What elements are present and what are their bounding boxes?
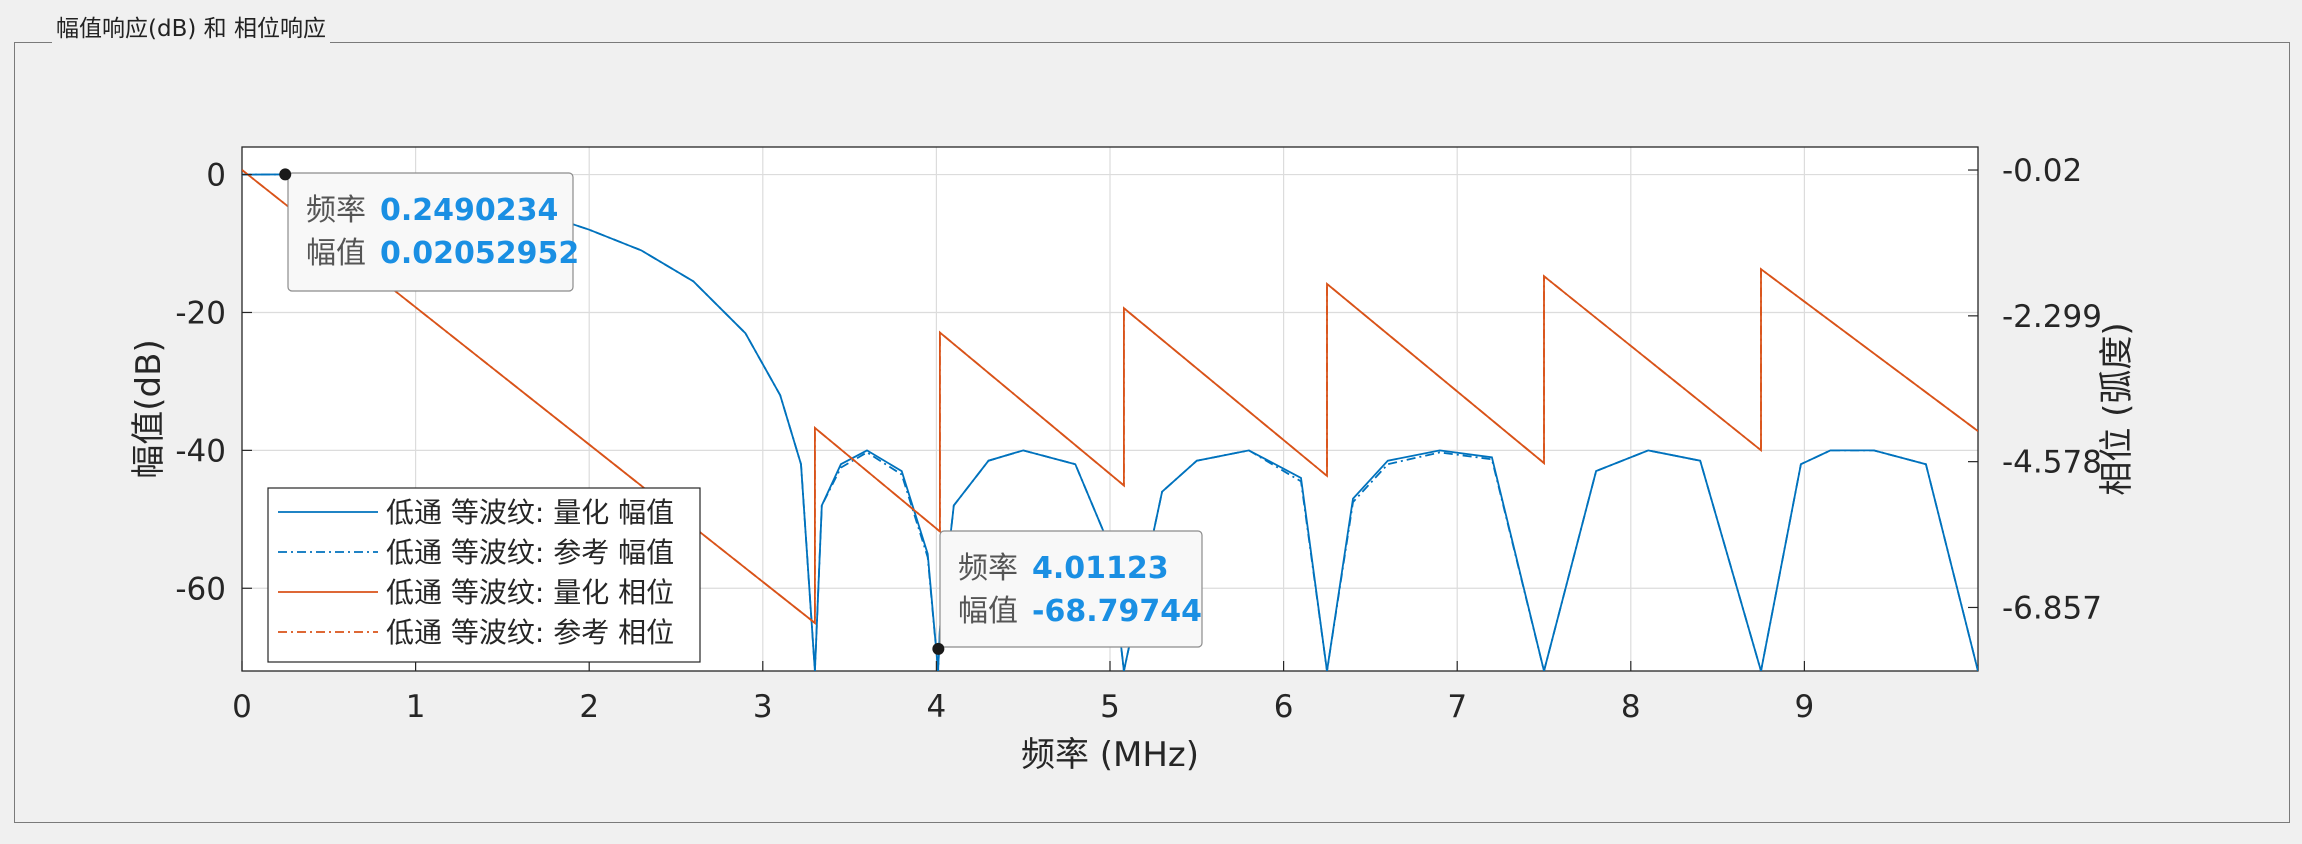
x-tick-label: 2 — [579, 689, 599, 725]
datatip-1-box — [287, 172, 574, 292]
x-tick-label: 1 — [406, 689, 426, 725]
datatip-2-marker — [932, 642, 945, 655]
datatip-1-label-x: 频率 — [306, 193, 366, 228]
y2-tick-label: -4.578 — [2002, 445, 2102, 481]
datatip-1-value-x: 0.2490234 — [380, 193, 558, 228]
y2-tick-label: -2.299 — [2002, 299, 2102, 335]
legend-label-2: 低通 等波纹: 参考 幅值 — [386, 536, 674, 569]
y2-axis-label: 相位 (弧度) — [2097, 322, 2137, 495]
x-tick-label: 3 — [753, 689, 773, 725]
x-tick-label: 0 — [232, 689, 252, 725]
legend-label-1: 低通 等波纹: 量化 幅值 — [386, 496, 674, 529]
y-axis-label: 幅值(dB) — [129, 339, 169, 478]
legend[interactable]: 低通 等波纹: 量化 幅值低通 等波纹: 参考 幅值低通 等波纹: 量化 相位低… — [267, 487, 701, 663]
y-tick-label: -60 — [175, 571, 226, 607]
datatip-2-value-y: -68.79744 — [1032, 594, 1202, 629]
x-tick-label: 7 — [1447, 689, 1467, 725]
response-chart[interactable]: 0 1 2 3 4 5 6 7 8 9 0 -20 -40 -60 -0.02 -2.299 -4.578 -6.… — [0, 0, 2302, 844]
x-tick-label: 8 — [1621, 689, 1641, 725]
datatip-2-label-y: 幅值 — [958, 594, 1018, 629]
legend-label-3: 低通 等波纹: 量化 相位 — [386, 576, 674, 609]
datatip-1-value-y: 0.02052952 — [380, 236, 579, 271]
y2-tick-label: -0.02 — [2002, 153, 2082, 189]
x-tick-label: 4 — [927, 689, 947, 725]
y-tick-label: -40 — [175, 433, 226, 469]
x-tick-label: 5 — [1100, 689, 1120, 725]
legend-label-4: 低通 等波纹: 参考 相位 — [386, 616, 674, 649]
x-axis-label: 频率 (MHz) — [1021, 735, 1199, 775]
y-tick-label: 0 — [206, 158, 226, 194]
datatip-1-label-y: 幅值 — [306, 236, 366, 271]
datatip-1-marker — [279, 168, 292, 181]
datatip-2-label-x: 频率 — [958, 551, 1018, 586]
datatip-2-box — [939, 530, 1203, 648]
x-tick-label: 9 — [1795, 689, 1815, 725]
y-tick-label: -20 — [175, 295, 226, 331]
datatip-2-value-x: 4.01123 — [1032, 551, 1169, 586]
x-tick-label: 6 — [1274, 689, 1294, 725]
y2-tick-label: -6.857 — [2002, 590, 2102, 626]
